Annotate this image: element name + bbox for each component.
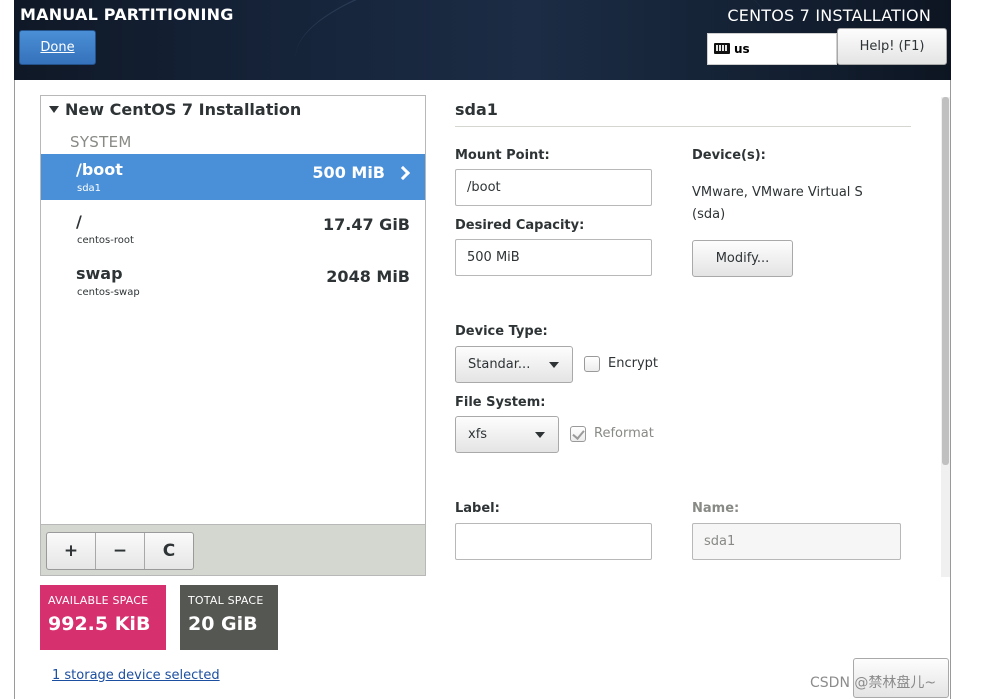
window-edge-left (14, 80, 15, 699)
device-label: centos-swap (77, 287, 140, 298)
mount-point-input[interactable]: /boot (455, 169, 652, 206)
partition-list-panel: New CentOS 7 Installation SYSTEM /boot s… (40, 95, 426, 576)
partition-detail-title: sda1 (455, 100, 498, 119)
size-label: 17.47 GiB (323, 215, 410, 234)
remove-partition-button[interactable]: − (96, 533, 145, 569)
modify-button[interactable]: Modify... (692, 240, 793, 277)
available-space-value: 992.5 KiB (48, 613, 151, 635)
encrypt-checkbox[interactable] (584, 356, 600, 372)
toolbar-button-group: + − C (46, 532, 194, 570)
name-field-label: Name: (692, 501, 740, 516)
device-type-value: Standar... (468, 357, 531, 372)
device-type-field-label: Device Type: (455, 324, 548, 339)
encrypt-label: Encrypt (608, 356, 658, 371)
file-system-value: xfs (468, 427, 488, 442)
keyboard-icon (714, 43, 730, 54)
divider (455, 126, 911, 127)
total-space-value: 20 GiB (188, 613, 258, 635)
details-scrollbar-thumb[interactable] (942, 97, 949, 465)
partition-row-boot[interactable]: /boot sda1 500 MiB (41, 154, 425, 200)
watermark-text: CSDN @禁林盘儿~ (810, 675, 937, 691)
screen-title: MANUAL PARTITIONING (20, 5, 234, 24)
devices-value: VMware, VMware Virtual S (692, 185, 863, 200)
total-space-label: TOTAL SPACE (188, 594, 264, 607)
header-bar: MANUAL PARTITIONING Done CENTOS 7 INSTAL… (14, 0, 951, 80)
mount-point-label: swap (76, 264, 123, 283)
installation-title: New CentOS 7 Installation (65, 100, 302, 119)
dropdown-arrow-icon (535, 432, 545, 438)
total-space-box: TOTAL SPACE 20 GiB (180, 585, 278, 650)
desired-capacity-field-label: Desired Capacity: (455, 218, 585, 233)
add-partition-button[interactable]: + (47, 533, 96, 569)
keyboard-layout-label: us (734, 42, 750, 56)
window-edge-right (950, 80, 951, 699)
help-button[interactable]: Help! (F1) (837, 28, 947, 65)
keyboard-layout-indicator[interactable]: us (707, 33, 837, 65)
devices-value-disk: (sda) (692, 207, 726, 222)
partition-row-swap[interactable]: swap centos-swap 2048 MiB (41, 258, 425, 304)
partition-row-root[interactable]: / centos-root 17.47 GiB (41, 206, 425, 252)
devices-field-label: Device(s): (692, 148, 766, 163)
size-label: 2048 MiB (326, 267, 410, 286)
expander-triangle-icon (49, 106, 59, 113)
reformat-label: Reformat (594, 426, 654, 441)
device-label: centos-root (77, 235, 134, 246)
label-input[interactable] (455, 523, 652, 560)
file-system-field-label: File System: (455, 395, 546, 410)
mount-point-label: / (76, 212, 82, 231)
desired-capacity-input[interactable]: 500 MiB (455, 239, 652, 276)
partition-toolbar: + − C (41, 524, 425, 575)
installer-title: CENTOS 7 INSTALLATION (727, 6, 931, 25)
file-system-dropdown[interactable]: xfs (455, 416, 559, 453)
mount-point-label: /boot (76, 160, 123, 179)
installation-expander[interactable]: New CentOS 7 Installation (49, 100, 301, 119)
group-label-system: SYSTEM (70, 133, 132, 151)
done-button[interactable]: Done (19, 30, 96, 65)
dropdown-arrow-icon (549, 362, 559, 368)
label-field-label: Label: (455, 501, 500, 516)
size-label: 500 MiB (312, 163, 385, 182)
mount-point-field-label: Mount Point: (455, 148, 550, 163)
available-space-box: AVAILABLE SPACE 992.5 KiB (40, 585, 166, 650)
refresh-button[interactable]: C (145, 533, 193, 569)
name-input: sda1 (692, 523, 901, 560)
available-space-label: AVAILABLE SPACE (48, 594, 149, 607)
device-label: sda1 (77, 183, 102, 194)
device-type-dropdown[interactable]: Standar... (455, 346, 573, 383)
reformat-checkbox[interactable] (570, 426, 586, 442)
storage-device-link[interactable]: 1 storage device selected (52, 668, 220, 683)
chevron-right-icon (395, 165, 411, 181)
